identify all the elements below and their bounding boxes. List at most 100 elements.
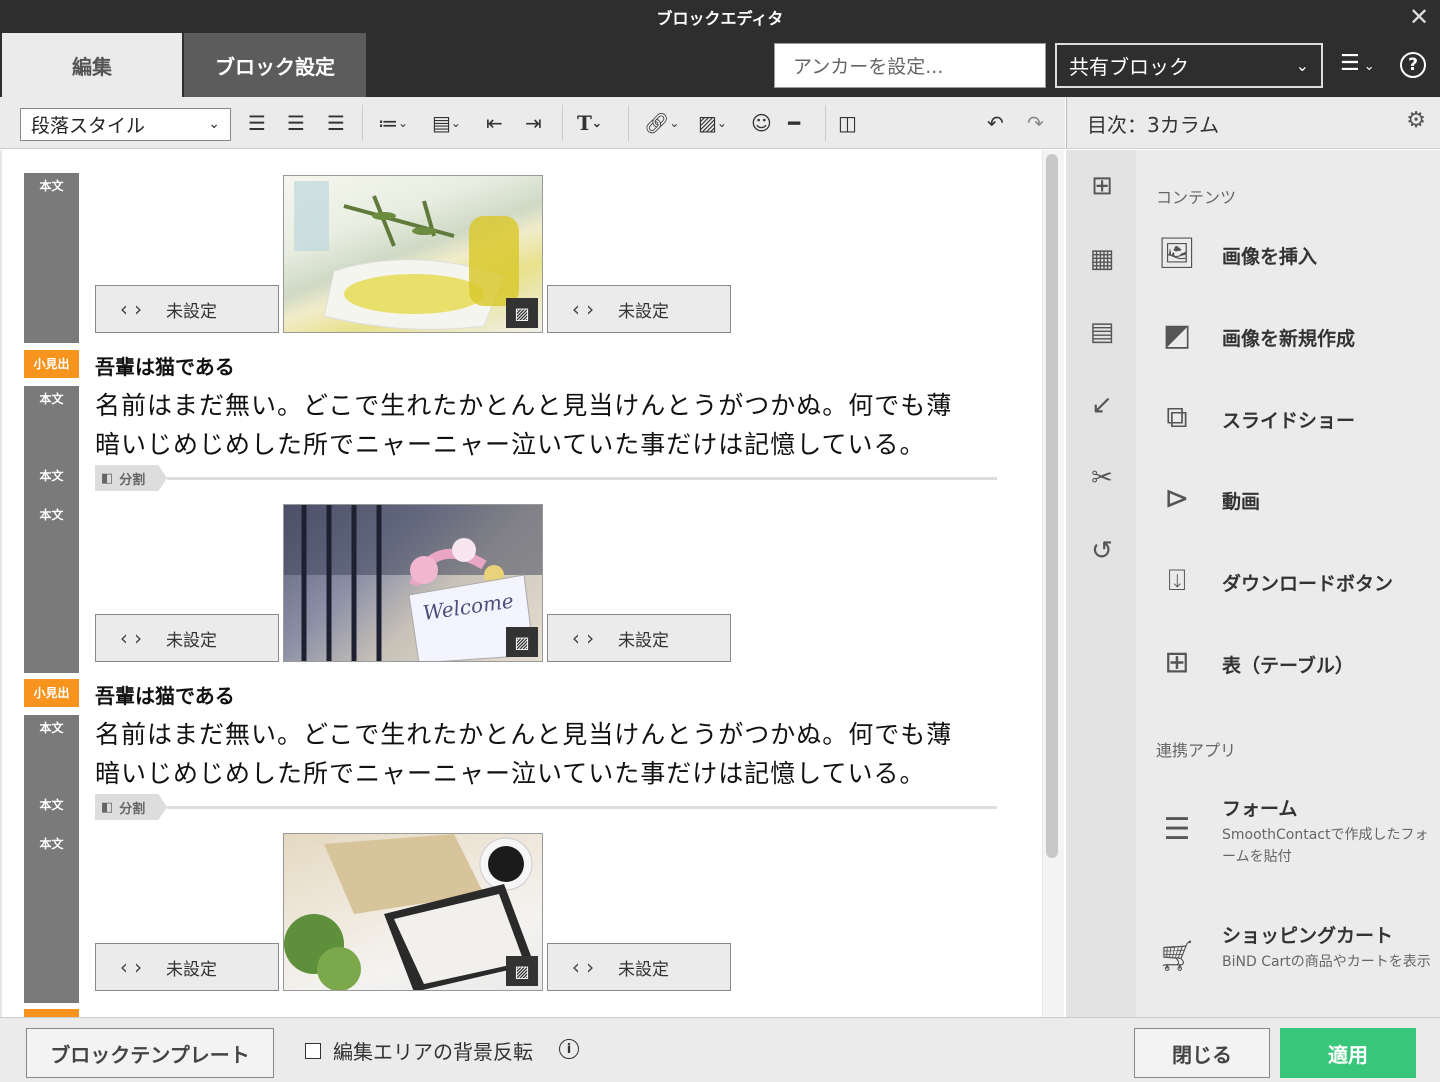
link-status: 未設定	[166, 630, 217, 651]
paragraph-style-value: 段落スタイル	[31, 115, 146, 137]
block-label-subheading[interactable]	[24, 1009, 79, 1017]
photo-olive-oil[interactable]: ▨	[283, 175, 543, 333]
item-description: SmoothContactで作成したフォームを貼付	[1222, 827, 1429, 865]
redo-icon[interactable]: ↷	[1027, 110, 1044, 136]
invert-bg-checkbox[interactable]	[305, 1043, 321, 1059]
subheading-text[interactable]: 吾輩は猫である	[95, 680, 235, 709]
close-icon[interactable]: ✕	[1406, 4, 1432, 30]
indent-icon[interactable]: ⇥	[525, 110, 542, 136]
text-style-icon[interactable]: T ⌄	[577, 110, 602, 136]
column-divider[interactable]: ◧ 分割	[95, 465, 997, 491]
align-left-icon[interactable]: ☰	[248, 110, 266, 136]
form-icon: ☰	[1163, 811, 1191, 847]
add-block-icon[interactable]: ⊞	[1086, 170, 1118, 202]
block-label-body: 本文	[39, 469, 64, 483]
code-icon: ‹ ›	[119, 297, 143, 321]
block-label-subheading[interactable]: 小見出	[24, 679, 79, 707]
body-line: 名前はまだ無い。どこで生れたかとんと見当けんとうがつかぬ。何でも薄	[95, 391, 953, 420]
insert-image-item[interactable]: 🖼︎ 画像を挿入	[1156, 224, 1436, 284]
photo-welcome-wedding[interactable]: Welcome ▨	[283, 504, 543, 662]
body-paragraph[interactable]: 名前はまだ無い。どこで生れたかとんと見当けんとうがつかぬ。何でも薄 暗いじめじめ…	[95, 386, 1015, 464]
download-button-item[interactable]: ⍗ ダウンロードボタン	[1156, 551, 1436, 611]
help-icon[interactable]: ?	[1400, 52, 1426, 78]
horizontal-rule-icon[interactable]: ━	[788, 110, 800, 136]
form-app-item[interactable]: ☰ フォーム SmoothContactで作成したフォームを貼付	[1156, 794, 1436, 874]
block-label-body: 本文	[39, 508, 64, 522]
block-label-body[interactable]: 本文	[24, 386, 79, 673]
image-edit-icon[interactable]: ▨	[506, 298, 538, 328]
history-icon[interactable]: ↺	[1086, 535, 1118, 567]
link-setting-box[interactable]: ‹ › 未設定	[547, 943, 731, 991]
grid-blocks-icon[interactable]: ▦	[1086, 243, 1118, 275]
divider-label: 分割	[119, 472, 146, 488]
link-setting-box[interactable]: ‹ › 未設定	[95, 614, 279, 662]
emoji-icon[interactable]: ☺	[751, 110, 772, 136]
cart-icon: 🛒︎	[1157, 938, 1197, 974]
link-icon[interactable]: 🔗︎ ⌄	[644, 110, 679, 136]
block-label-subheading[interactable]: 小見出	[24, 350, 79, 378]
align-center-icon[interactable]: ☰	[287, 110, 305, 136]
video-icon: ⊳	[1164, 480, 1190, 516]
link-setting-box[interactable]: ‹ › 未設定	[547, 285, 731, 333]
close-button[interactable]: 閉じる	[1134, 1028, 1270, 1078]
tools-icon[interactable]: ✂	[1086, 462, 1118, 494]
gear-icon[interactable]: ⚙	[1406, 108, 1426, 133]
table-item[interactable]: ⊞ 表（テーブル）	[1156, 633, 1436, 693]
photo-notebook-coffee[interactable]: ▨	[283, 833, 543, 991]
paragraph-style-select[interactable]: 段落スタイル ⌄	[20, 108, 231, 141]
link-setting-box[interactable]: ‹ › 未設定	[95, 943, 279, 991]
chevron-down-icon: ⌄	[1295, 56, 1309, 75]
slideshow-item[interactable]: ⧉ スライドショー	[1156, 388, 1436, 448]
link-setting-box[interactable]: ‹ › 未設定	[95, 285, 279, 333]
column-divider[interactable]: ◧ 分割	[95, 794, 997, 820]
wedding-sign-illustration: Welcome	[284, 505, 542, 661]
top-bar: 編集 ブロック設定 アンカーを設定... 共有ブロック ⌄ ☰ ⌄ ?	[0, 33, 1440, 97]
anchor-input[interactable]: アンカーを設定...	[774, 43, 1046, 88]
olive-oil-illustration	[294, 181, 519, 330]
bullet-list-icon[interactable]: ≔ ⌄	[378, 110, 408, 136]
import-icon[interactable]: ↙	[1086, 389, 1118, 421]
tab-block-settings[interactable]: ブロック設定	[184, 33, 366, 97]
format-toolbar: 段落スタイル ⌄ ☰ ☰ ☰ ≔ ⌄ ▤ ⌄ ⇤ ⇥ T ⌄ 🔗︎ ⌄ ▨ ⌄ ☺ ━ ◫…	[0, 97, 1065, 149]
window-title: ブロックエディタ	[656, 8, 784, 28]
code-icon: ‹ ›	[571, 297, 595, 321]
video-item[interactable]: ⊳ 動画	[1156, 469, 1436, 529]
column-split-icon[interactable]: ◫	[838, 110, 857, 136]
body-paragraph[interactable]: 名前はまだ無い。どこで生れたかとんと見当けんとうがつかぬ。何でも薄 暗いじめじめ…	[95, 715, 1015, 793]
subheading-text[interactable]: 吾輩は猫である	[95, 351, 235, 380]
block-format-icon[interactable]: ▤ ⌄	[432, 110, 461, 136]
image-edit-icon[interactable]: ▨	[506, 956, 538, 986]
create-image-item[interactable]: ◩ 画像を新規作成	[1156, 306, 1436, 366]
image-insert-icon[interactable]: ▨ ⌄	[698, 110, 727, 136]
menu-icon[interactable]: ☰ ⌄	[1340, 51, 1375, 76]
tab-edit[interactable]: 編集	[2, 33, 182, 97]
apply-button[interactable]: 適用	[1280, 1028, 1416, 1078]
block-label-body: 本文	[39, 798, 64, 812]
align-right-icon[interactable]: ☰	[327, 110, 345, 136]
link-status: 未設定	[166, 301, 217, 322]
section-title-contents: コンテンツ	[1156, 188, 1237, 207]
divider-icon: ◧	[101, 470, 114, 486]
shared-block-select[interactable]: 共有ブロック ⌄	[1055, 43, 1323, 88]
undo-icon[interactable]: ↶	[987, 110, 1004, 136]
section-title-apps: 連携アプリ	[1156, 741, 1237, 760]
image-edit-icon[interactable]: ▨	[506, 627, 538, 657]
item-label: 画像を新規作成	[1222, 328, 1356, 350]
link-setting-box[interactable]: ‹ › 未設定	[547, 614, 731, 662]
block-label-body[interactable]: 本文	[24, 715, 79, 1003]
shopping-cart-item[interactable]: 🛒︎ ショッピングカート BiND Cartの商品やカートを表示	[1156, 921, 1436, 1001]
info-icon[interactable]: i	[559, 1039, 579, 1059]
block-template-button[interactable]: ブロックテンプレート	[26, 1028, 274, 1078]
body-line: 暗いじめじめした所でニャーニャー泣いていた事だけは記憶している。	[95, 759, 926, 788]
block-label-body[interactable]: 本文	[24, 173, 79, 343]
editor-scrollbar[interactable]	[1046, 154, 1058, 858]
item-label: 動画	[1222, 491, 1261, 513]
outdent-icon[interactable]: ⇤	[486, 110, 503, 136]
invert-bg-label: 編集エリアの背景反転	[333, 1040, 533, 1064]
sidebar-title: 目次：3カラム	[1087, 113, 1220, 137]
item-description: BiND Cartの商品やカートを表示	[1222, 954, 1431, 970]
document-icon[interactable]: ▤	[1086, 316, 1118, 348]
panel-icon-column	[1066, 150, 1136, 1017]
window-titlebar: ブロックエディタ ✕	[0, 0, 1440, 33]
slideshow-icon: ⧉	[1166, 399, 1188, 435]
